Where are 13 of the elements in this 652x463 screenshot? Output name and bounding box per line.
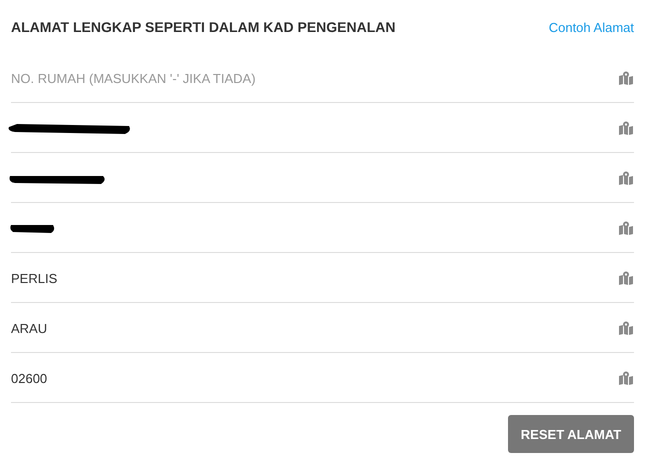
input-field[interactable]: NO. RUMAH (MASUKKAN '-' JIKA TIADA): [11, 68, 618, 88]
map-pin-icon: [618, 70, 634, 84]
map-pin-icon: [618, 220, 634, 234]
input-field[interactable]: PERLIS: [11, 268, 618, 288]
map-pin-icon: [618, 370, 634, 384]
input-field[interactable]: 02600: [11, 368, 618, 388]
input-field[interactable]: ARAU: [11, 318, 618, 338]
map-pin-icon: [618, 320, 634, 334]
map-pin-icon: [618, 120, 634, 134]
map-pin-icon: [618, 170, 634, 184]
reset-address-button[interactable]: RESET ALAMAT: [508, 415, 634, 453]
map-pin-icon: [618, 270, 634, 284]
section-heading: ALAMAT LENGKAP SEPERTI DALAM KAD PENGENALAN: [11, 19, 396, 35]
